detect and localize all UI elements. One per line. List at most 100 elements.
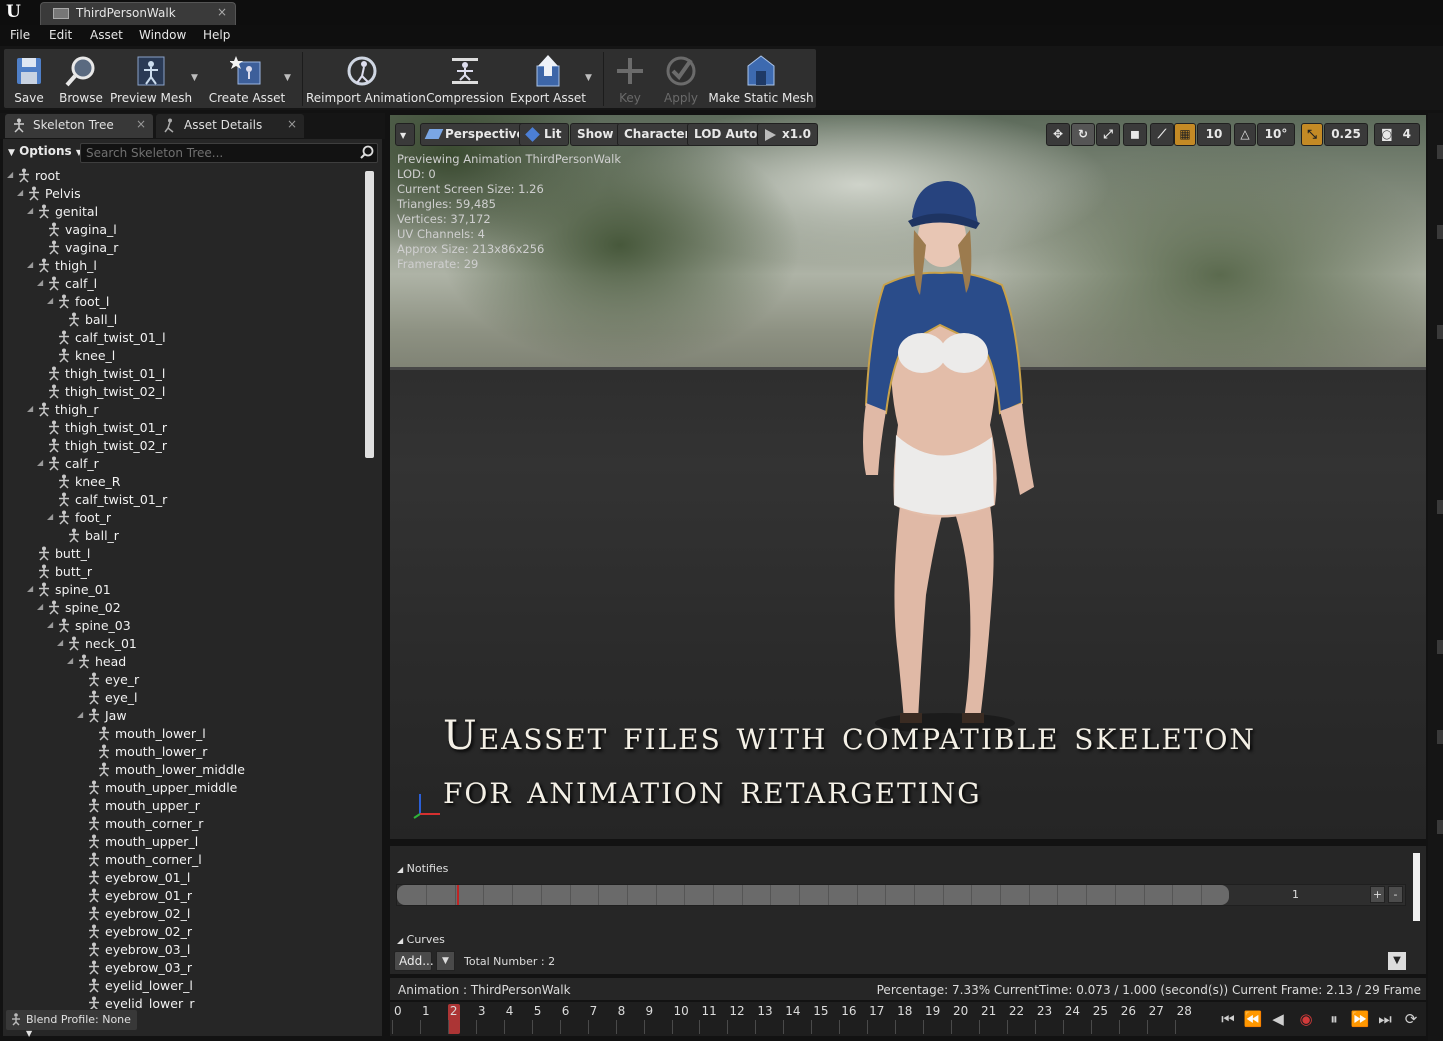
close-tab-icon[interactable]: × [217,5,227,19]
bone-row[interactable]: butt_l [5,545,363,563]
bone-row[interactable]: ◢ spine_03 [5,617,363,635]
preview-mesh-dropdown-icon[interactable]: ▼ [191,73,198,83]
bone-row[interactable]: mouth_lower_middle [5,761,363,779]
bone-row[interactable]: mouth_lower_r [5,743,363,761]
scale-snap-toggle[interactable]: ⤡ [1301,123,1323,146]
bone-row[interactable]: ◢ root [5,167,363,185]
options-button[interactable]: ▼ Options ▼ [8,144,82,158]
expand-toggle-icon[interactable]: ◢ [27,584,33,593]
bone-row[interactable]: mouth_lower_l [5,725,363,743]
lod-auto-button[interactable]: LOD Auto [687,123,765,146]
bone-row[interactable]: thigh_twist_01_r [5,419,363,437]
expand-toggle-icon[interactable]: ◢ [47,620,53,629]
bone-row[interactable]: ◢ thigh_l [5,257,363,275]
expand-toggle-icon[interactable]: ◢ [57,638,63,647]
expand-toggle-icon[interactable]: ◢ [17,188,23,197]
expand-toggle-icon[interactable]: ◢ [27,404,33,413]
menu-help[interactable]: Help [203,28,230,42]
menu-asset[interactable]: Asset [90,28,123,42]
expand-toggle-icon[interactable]: ◢ [27,260,33,269]
create-asset-button[interactable]: Create Asset [208,50,286,108]
collapsed-panel-tab[interactable] [1437,500,1443,514]
bone-row[interactable]: thigh_twist_02_r [5,437,363,455]
bone-row[interactable]: eyebrow_01_r [5,887,363,905]
document-tab[interactable]: ThirdPersonWalk × [40,2,236,25]
world-local-toggle-button[interactable]: ◼ [1123,123,1147,146]
preview-mesh-button[interactable]: Preview Mesh [110,50,192,108]
remove-notify-track-button[interactable]: - [1388,886,1403,903]
expand-toggle-icon[interactable]: ◢ [47,296,53,305]
add-curve-button[interactable]: Add... [394,951,434,971]
bone-row[interactable]: ◢ genital [5,203,363,221]
bone-row[interactable]: ball_l [5,311,363,329]
bone-row[interactable]: mouth_upper_l [5,833,363,851]
bone-row[interactable]: thigh_twist_02_l [5,383,363,401]
loop-icon[interactable]: ⟳ [1401,1009,1421,1029]
camera-speed-button[interactable]: ◙ 4 [1374,123,1420,146]
bone-row[interactable]: vagina_r [5,239,363,257]
menu-window[interactable]: Window [139,28,186,42]
bone-row[interactable]: knee_R [5,473,363,491]
bone-row[interactable]: eye_r [5,671,363,689]
bone-row[interactable]: ◢ spine_02 [5,599,363,617]
bone-row[interactable]: calf_twist_01_l [5,329,363,347]
export-asset-button[interactable]: Export Asset [510,50,586,108]
viewport-options-button[interactable]: ▼ [395,123,415,146]
bone-row[interactable]: mouth_corner_r [5,815,363,833]
grid-snap-toggle[interactable]: ▦ [1174,123,1196,146]
key-button[interactable]: Key [608,50,652,108]
bone-row[interactable]: eyebrow_03_r [5,959,363,977]
bone-row[interactable]: ◢ foot_l [5,293,363,311]
collapsed-panel-tab[interactable] [1437,145,1443,159]
skeleton-tree-scrollbar[interactable] [365,171,374,458]
notifies-section-header[interactable]: ◢ Notifies [397,862,448,875]
bone-row[interactable]: eyelid_lower_r [5,995,363,1009]
bone-row[interactable]: calf_twist_01_r [5,491,363,509]
bone-row[interactable]: eyebrow_02_r [5,923,363,941]
expand-toggle-icon[interactable]: ◢ [37,458,43,467]
collapsed-panel-tab[interactable] [1437,820,1443,834]
compression-button[interactable]: Compression [426,50,504,108]
bone-row[interactable]: ◢ Pelvis [5,185,363,203]
bone-row[interactable]: ◢ thigh_r [5,401,363,419]
translate-tool-button[interactable]: ✥ [1046,123,1070,146]
notifies-scrollbar[interactable] [1413,853,1420,921]
tab-asset-details[interactable]: Asset Details × [156,114,304,138]
step-forward-icon[interactable]: ⏩ [1350,1009,1370,1029]
bone-row[interactable]: mouth_upper_r [5,797,363,815]
tab-skeleton-tree[interactable]: Skeleton Tree × [5,114,153,138]
bone-row[interactable]: ◢ calf_l [5,275,363,293]
grid-snap-value[interactable]: 10 [1197,123,1231,146]
bone-row[interactable]: butt_r [5,563,363,581]
curves-section-header[interactable]: ◢ Curves [397,933,445,946]
record-icon[interactable]: ◉ [1296,1009,1316,1029]
make-static-mesh-button[interactable]: Make Static Mesh [708,50,814,108]
bone-row[interactable]: ◢ neck_01 [5,635,363,653]
expand-toggle-icon[interactable]: ◢ [7,170,13,179]
scale-tool-button[interactable]: ⤢ [1096,123,1120,146]
bone-row[interactable]: eyelid_lower_l [5,977,363,995]
add-notify-track-button[interactable]: + [1370,886,1385,903]
bone-row[interactable]: ◢ calf_r [5,455,363,473]
pause-icon[interactable]: ⏸ [1324,1009,1344,1029]
expand-toggle-icon[interactable]: ◢ [37,278,43,287]
bone-row[interactable]: eyebrow_01_l [5,869,363,887]
bone-row[interactable]: vagina_l [5,221,363,239]
bone-row[interactable]: knee_l [5,347,363,365]
menu-file[interactable]: File [10,28,30,42]
bone-row[interactable]: ◢ head [5,653,363,671]
save-button[interactable]: Save [6,50,52,108]
skip-to-start-icon[interactable]: ⏮ [1218,1009,1238,1029]
perspective-button[interactable]: Perspective [420,123,532,146]
collapsed-panel-tab[interactable] [1437,225,1443,239]
skip-to-end-icon[interactable]: ⏭ [1375,1009,1395,1029]
show-button[interactable]: Show [570,123,621,146]
export-asset-dropdown-icon[interactable]: ▼ [585,73,592,83]
skeleton-tree-search-input[interactable]: Search Skeleton Tree... [80,143,378,163]
apply-button[interactable]: Apply [658,50,704,108]
rotation-snap-toggle[interactable]: △ [1234,123,1256,146]
character-button[interactable]: Character [617,123,698,146]
collapsed-panel-tab[interactable] [1437,325,1443,339]
expand-toggle-icon[interactable]: ◢ [77,710,83,719]
bone-row[interactable]: ball_r [5,527,363,545]
